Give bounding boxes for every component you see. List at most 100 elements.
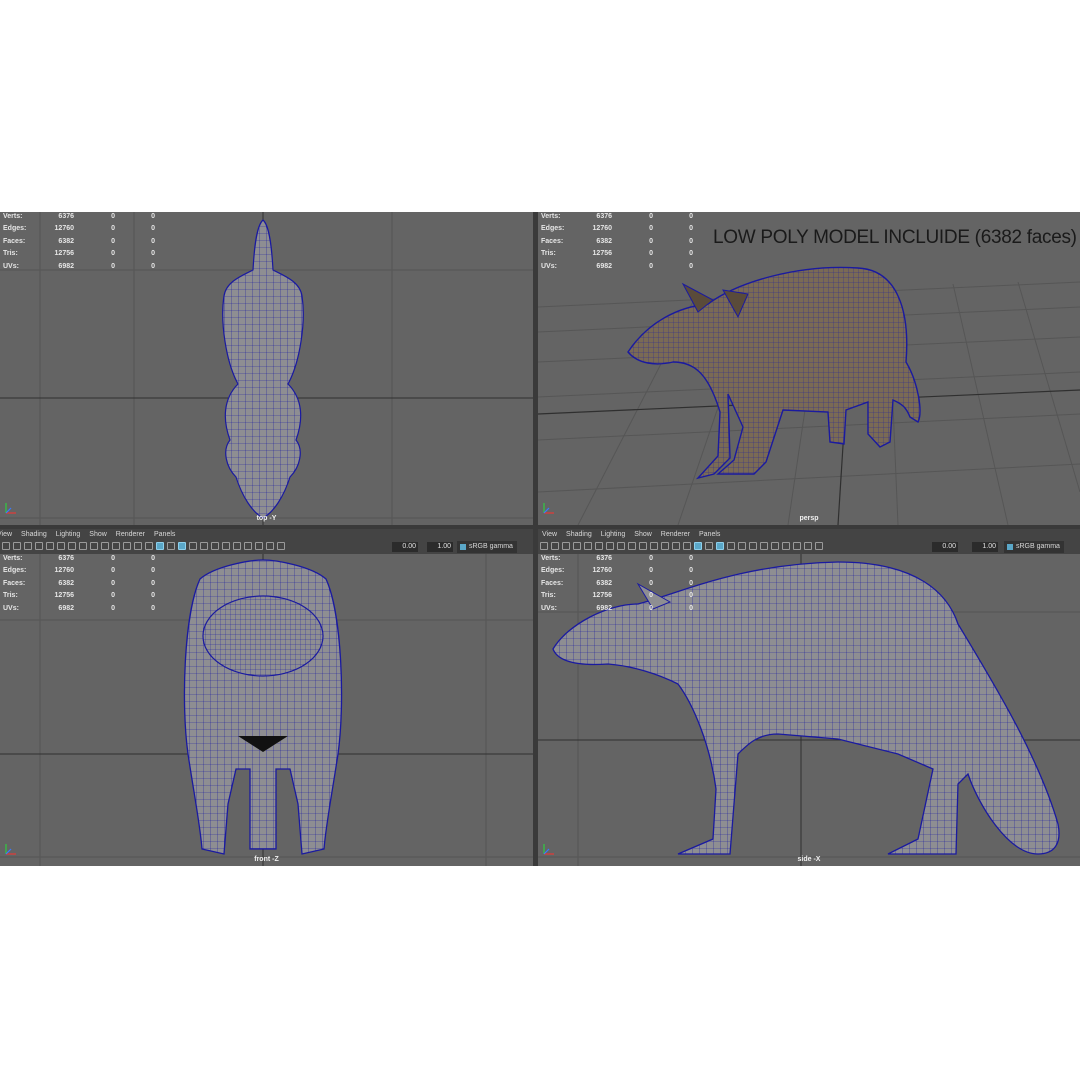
- grid-icon[interactable]: [606, 542, 614, 550]
- hud-row-uvs: UVs: 6982 0 0: [3, 262, 155, 270]
- ambient-occlusion-icon[interactable]: [211, 542, 219, 550]
- xray-icon[interactable]: [782, 542, 790, 550]
- hud-row-faces: Faces: 6382 0 0: [541, 579, 693, 587]
- film-gate-icon[interactable]: [617, 542, 625, 550]
- wireframe-on-shaded-icon[interactable]: [167, 542, 175, 550]
- grid-icon[interactable]: [68, 542, 76, 550]
- shadow-icon[interactable]: [738, 542, 746, 550]
- field-chart-icon[interactable]: [650, 542, 658, 550]
- motion-blur-icon[interactable]: [760, 542, 768, 550]
- safe-action-icon[interactable]: [661, 542, 669, 550]
- smooth-shade-icon[interactable]: [156, 542, 164, 550]
- light-icon[interactable]: [189, 542, 197, 550]
- resolution-gate-icon[interactable]: [90, 542, 98, 550]
- hud-row-edges: Edges: 12760 0 0: [3, 567, 155, 575]
- safe-title-icon[interactable]: [672, 542, 680, 550]
- resolution-gate-icon[interactable]: [628, 542, 636, 550]
- camera-icon[interactable]: [540, 542, 548, 550]
- bookmark-icon[interactable]: [562, 542, 570, 550]
- shadow-icon[interactable]: [200, 542, 208, 550]
- exposure-icon[interactable]: [277, 542, 285, 550]
- gate-mask-icon[interactable]: [639, 542, 647, 550]
- xray-joints-icon[interactable]: [793, 542, 801, 550]
- viewport-persp[interactable]: Verts: 6376 0 0 Edges: 12760 0 0 Faces: 6382 0 0 …: [538, 212, 1080, 525]
- hud-row-faces: Faces: 6382 0 0: [3, 237, 155, 245]
- poly-count-hud: Verts: 6376 0 0 Edges: 12760 0 0 Faces: 6382 0 0 …: [541, 213, 701, 275]
- safe-title-icon[interactable]: [134, 542, 142, 550]
- raccoon-front-mesh: [183, 559, 343, 855]
- color-space-selector[interactable]: sRGB gamma: [1004, 541, 1064, 553]
- gamma-field[interactable]: 1.00: [972, 542, 998, 552]
- viewport-top[interactable]: Verts: 6376 0 0 Edges: 12760 0 0 Faces: 6382 0 0 …: [0, 212, 533, 525]
- camera-label-top: top -Y: [256, 515, 277, 522]
- poly-count-hud: Verts: 6376 0 0 Edges: 12760 0 0 Faces: 6382 0 0 …: [541, 555, 701, 617]
- hud-row-tris: Tris: 12756 0 0: [3, 250, 155, 258]
- camera-icon[interactable]: [2, 542, 10, 550]
- raccoon-top-mesh: [222, 219, 304, 519]
- film-gate-icon[interactable]: [79, 542, 87, 550]
- ambient-occlusion-icon[interactable]: [749, 542, 757, 550]
- panel-toolbar-left: 0.00 1.00 sRGB gamma: [0, 540, 533, 554]
- backface-icon[interactable]: [266, 542, 274, 550]
- hud-row-faces: Faces: 6382 0 0: [3, 579, 155, 587]
- image-plane-icon[interactable]: [573, 542, 581, 550]
- hud-row-edges: Edges: 12760 0 0: [541, 225, 693, 233]
- poly-count-hud: Verts: 6376 0 0 Edges: 12760 0 0 Faces: 6382 0 0 …: [3, 555, 163, 617]
- gamma-field[interactable]: 1.00: [427, 542, 453, 552]
- hud-row-uvs: UVs: 6982 0 0: [541, 604, 693, 612]
- camera-attr-icon[interactable]: [551, 542, 559, 550]
- bookmark-icon[interactable]: [24, 542, 32, 550]
- viewport-front[interactable]: Verts: 6376 0 0 Edges: 12760 0 0 Faces: 6382 0 0 …: [0, 554, 533, 866]
- camera-label-side: side -X: [797, 856, 821, 863]
- toolbar-icons: [2, 542, 285, 552]
- hud-row-faces: Faces: 6382 0 0: [541, 237, 693, 245]
- color-space-selector[interactable]: sRGB gamma: [457, 541, 517, 553]
- hud-row-verts: Verts: 6376 0 0: [3, 555, 155, 562]
- motion-blur-icon[interactable]: [222, 542, 230, 550]
- panel-toolbar-right: 0.00 1.00 sRGB gamma: [538, 540, 1080, 554]
- poly-count-hud: Verts: 6376 0 0 Edges: 12760 0 0 Faces: 6382 0 0 …: [3, 213, 163, 275]
- grease-pencil-icon[interactable]: [595, 542, 603, 550]
- texture-icon[interactable]: [716, 542, 724, 550]
- exposure-icon[interactable]: [815, 542, 823, 550]
- hud-row-verts: Verts: 6376 0 0: [3, 213, 155, 220]
- toolbar-icons: [540, 542, 823, 552]
- texture-icon[interactable]: [178, 542, 186, 550]
- wireframe-icon[interactable]: [683, 542, 691, 550]
- raccoon-persp-mesh: [627, 266, 921, 480]
- promo-title: LOW POLY MODEL INCLUIDE (6382 faces): [713, 227, 1077, 248]
- hud-row-tris: Tris: 12756 0 0: [3, 592, 155, 600]
- wireframe-icon[interactable]: [145, 542, 153, 550]
- exposure-field[interactable]: 0.00: [392, 542, 418, 552]
- exposure-field[interactable]: 0.00: [932, 542, 958, 552]
- hud-row-verts: Verts: 6376 0 0: [541, 213, 693, 220]
- isolate-icon[interactable]: [233, 542, 241, 550]
- hud-row-uvs: UVs: 6982 0 0: [3, 604, 155, 612]
- hud-row-tris: Tris: 12756 0 0: [541, 250, 693, 258]
- image-plane-icon[interactable]: [35, 542, 43, 550]
- smooth-shade-icon[interactable]: [694, 542, 702, 550]
- two-d-pan-icon[interactable]: [46, 542, 54, 550]
- light-icon[interactable]: [727, 542, 735, 550]
- axis-gizmo-icon: [5, 844, 16, 855]
- camera-attr-icon[interactable]: [13, 542, 21, 550]
- hud-row-edges: Edges: 12760 0 0: [541, 567, 693, 575]
- grease-pencil-icon[interactable]: [57, 542, 65, 550]
- hud-row-edges: Edges: 12760 0 0: [3, 225, 155, 233]
- xray-joints-icon[interactable]: [255, 542, 263, 550]
- wireframe-on-shaded-icon[interactable]: [705, 542, 713, 550]
- camera-label-front: front -Z: [254, 856, 279, 863]
- camera-label-persp: persp: [799, 515, 819, 522]
- axis-gizmo-icon: [543, 503, 554, 514]
- backface-icon[interactable]: [804, 542, 812, 550]
- gate-mask-icon[interactable]: [101, 542, 109, 550]
- field-chart-icon[interactable]: [112, 542, 120, 550]
- axis-gizmo-icon: [543, 844, 554, 855]
- viewport-side[interactable]: Verts: 6376 0 0 Edges: 12760 0 0 Faces: 6382 0 0 …: [538, 554, 1080, 866]
- safe-action-icon[interactable]: [123, 542, 131, 550]
- isolate-icon[interactable]: [771, 542, 779, 550]
- axis-gizmo-icon: [5, 503, 16, 514]
- xray-icon[interactable]: [244, 542, 252, 550]
- hud-row-tris: Tris: 12756 0 0: [541, 592, 693, 600]
- two-d-pan-icon[interactable]: [584, 542, 592, 550]
